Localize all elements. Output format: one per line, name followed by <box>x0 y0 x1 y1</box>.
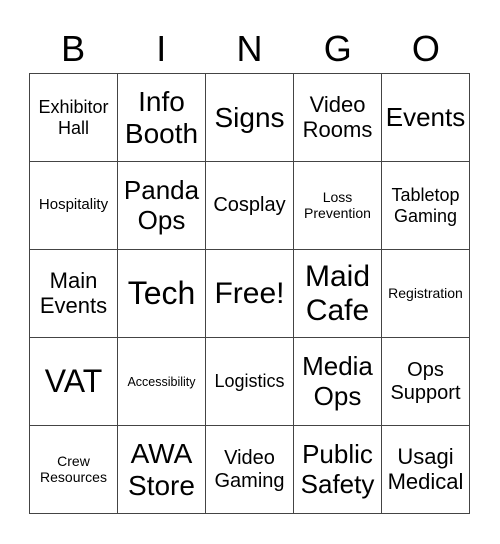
bingo-cell[interactable]: Tech <box>118 250 206 338</box>
header-letter-g: G <box>323 28 352 69</box>
bingo-cell[interactable]: Loss Prevention <box>294 162 382 250</box>
bingo-cell[interactable]: Hospitality <box>30 162 118 250</box>
bingo-cell[interactable]: Main Events <box>30 250 118 338</box>
bingo-cell[interactable]: Logistics <box>206 338 294 426</box>
free-space-cell[interactable]: Free! <box>206 250 294 338</box>
bingo-header: B I N G O <box>29 26 470 72</box>
bingo-cell[interactable]: Ops Support <box>382 338 470 426</box>
header-letter-n: N <box>236 28 263 69</box>
bingo-cell[interactable]: Accessibility <box>118 338 206 426</box>
bingo-cell[interactable]: Maid Cafe <box>294 250 382 338</box>
bingo-cell[interactable]: Tabletop Gaming <box>382 162 470 250</box>
bingo-cell[interactable]: Events <box>382 74 470 162</box>
bingo-cell[interactable]: Video Rooms <box>294 74 382 162</box>
bingo-cell[interactable]: Crew Resources <box>30 426 118 514</box>
bingo-cell[interactable]: Signs <box>206 74 294 162</box>
bingo-cell[interactable]: Cosplay <box>206 162 294 250</box>
bingo-grid: Exhibitor Hall Info Booth Signs Video Ro… <box>29 73 470 514</box>
bingo-cell[interactable]: VAT <box>30 338 118 426</box>
header-letter-b: B <box>61 28 86 69</box>
bingo-cell[interactable]: Panda Ops <box>118 162 206 250</box>
bingo-cell[interactable]: Exhibitor Hall <box>30 74 118 162</box>
header-letter-i: I <box>156 28 167 69</box>
header-letter-o: O <box>411 28 440 69</box>
bingo-cell[interactable]: Media Ops <box>294 338 382 426</box>
bingo-cell[interactable]: Usagi Medical <box>382 426 470 514</box>
bingo-cell[interactable]: Registration <box>382 250 470 338</box>
bingo-cell[interactable]: Video Gaming <box>206 426 294 514</box>
bingo-cell[interactable]: Info Booth <box>118 74 206 162</box>
bingo-cell[interactable]: AWA Store <box>118 426 206 514</box>
bingo-cell[interactable]: Public Safety <box>294 426 382 514</box>
